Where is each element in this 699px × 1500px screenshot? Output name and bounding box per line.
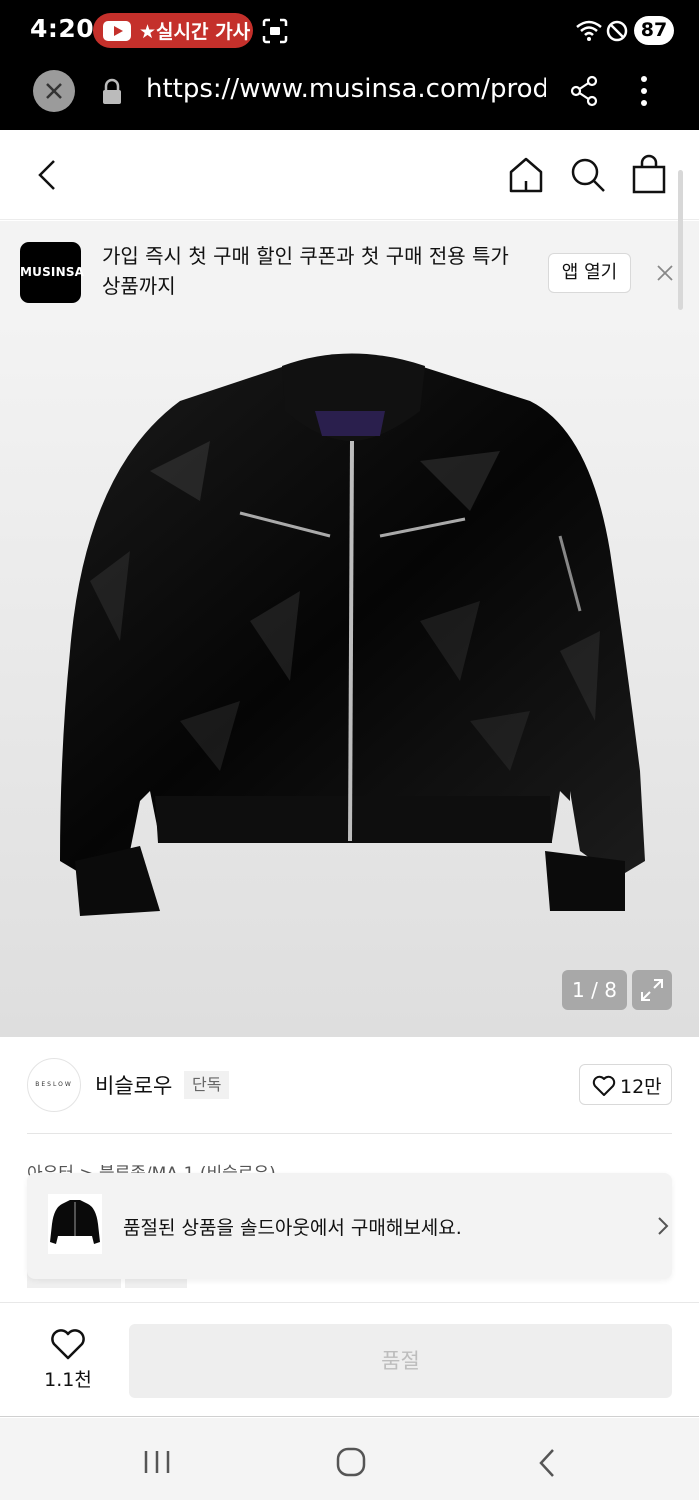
- wifi-icon: [576, 20, 602, 41]
- status-time: 4:20: [30, 14, 95, 43]
- recent-apps-icon[interactable]: [143, 1449, 171, 1475]
- brand-like-count: 12만: [620, 1076, 662, 1098]
- musinsa-logo: MUSINSA: [20, 242, 84, 303]
- promo-message: 가입 즉시 첫 구매 할인 쿠폰과 첫 구매 전용 특가 상품까지: [102, 244, 509, 298]
- battery-indicator: 87: [634, 16, 674, 45]
- soldout-button[interactable]: 품절: [129, 1324, 672, 1398]
- open-app-button[interactable]: 앱 열기: [548, 253, 631, 293]
- brand-row: BESLOW 비슬로우 단독 12만: [0, 1037, 699, 1133]
- expand-icon: [641, 979, 663, 1001]
- brand-like-button[interactable]: 12만: [579, 1064, 672, 1105]
- wishlist-count: 1.1천: [44, 1369, 92, 1391]
- close-banner-icon[interactable]: [657, 265, 673, 281]
- product-thumbnail: [48, 1194, 102, 1254]
- jacket-thumbnail-image: [50, 1200, 100, 1244]
- live-lyrics-pill[interactable]: ★실시간 가사: [93, 13, 253, 48]
- expand-image-button[interactable]: [632, 970, 672, 1010]
- exclusive-badge: 단독: [184, 1071, 230, 1099]
- lock-icon: [103, 78, 121, 104]
- home-icon[interactable]: [507, 156, 545, 194]
- image-counter: 1 / 8: [562, 970, 627, 1010]
- more-options-icon[interactable]: [640, 75, 648, 107]
- browser-bar: https://www.musinsa.com/products: [0, 62, 699, 130]
- android-navigation-bar: [0, 1418, 699, 1500]
- close-tab-button[interactable]: [33, 70, 75, 112]
- brand-logo[interactable]: BESLOW: [27, 1058, 81, 1112]
- heart-icon: [51, 1329, 85, 1360]
- url-field[interactable]: https://www.musinsa.com/products: [146, 74, 546, 104]
- home-nav-icon[interactable]: [336, 1447, 366, 1477]
- app-header: [0, 130, 699, 220]
- close-icon: [46, 83, 62, 99]
- product-image-carousel[interactable]: 1 / 8: [0, 321, 699, 1037]
- soldout-notice-text: 품절된 상품을 솔드아웃에서 구매해보세요.: [123, 1217, 462, 1239]
- purchase-action-bar: 1.1천 품절: [0, 1302, 699, 1417]
- shopping-bag-icon[interactable]: [631, 154, 667, 194]
- divider: [27, 1133, 672, 1134]
- status-bar: 4:20 ★실시간 가사 87: [0, 0, 699, 62]
- brand-name[interactable]: 비슬로우: [95, 1070, 172, 1100]
- heart-icon: [592, 1075, 616, 1096]
- soldout-notice[interactable]: 품절된 상품을 솔드아웃에서 구매해보세요.: [27, 1173, 672, 1279]
- chevron-right-icon: [658, 1217, 669, 1235]
- do-not-disturb-icon: [606, 20, 628, 42]
- search-icon[interactable]: [569, 156, 607, 194]
- live-lyrics-label: ★실시간 가사: [139, 21, 251, 43]
- back-icon[interactable]: [36, 158, 58, 192]
- share-icon[interactable]: [569, 75, 599, 107]
- wishlist-button[interactable]: 1.1천: [40, 1329, 96, 1391]
- screen-capture-icon: [262, 18, 288, 44]
- back-nav-icon[interactable]: [538, 1448, 556, 1478]
- jacket-image: [60, 353, 645, 916]
- app-install-banner: MUSINSA 가입 즉시 첫 구매 할인 쿠폰과 첫 구매 전용 특가 상품까…: [0, 221, 699, 321]
- scroll-indicator: [678, 170, 683, 310]
- youtube-icon: [103, 20, 131, 41]
